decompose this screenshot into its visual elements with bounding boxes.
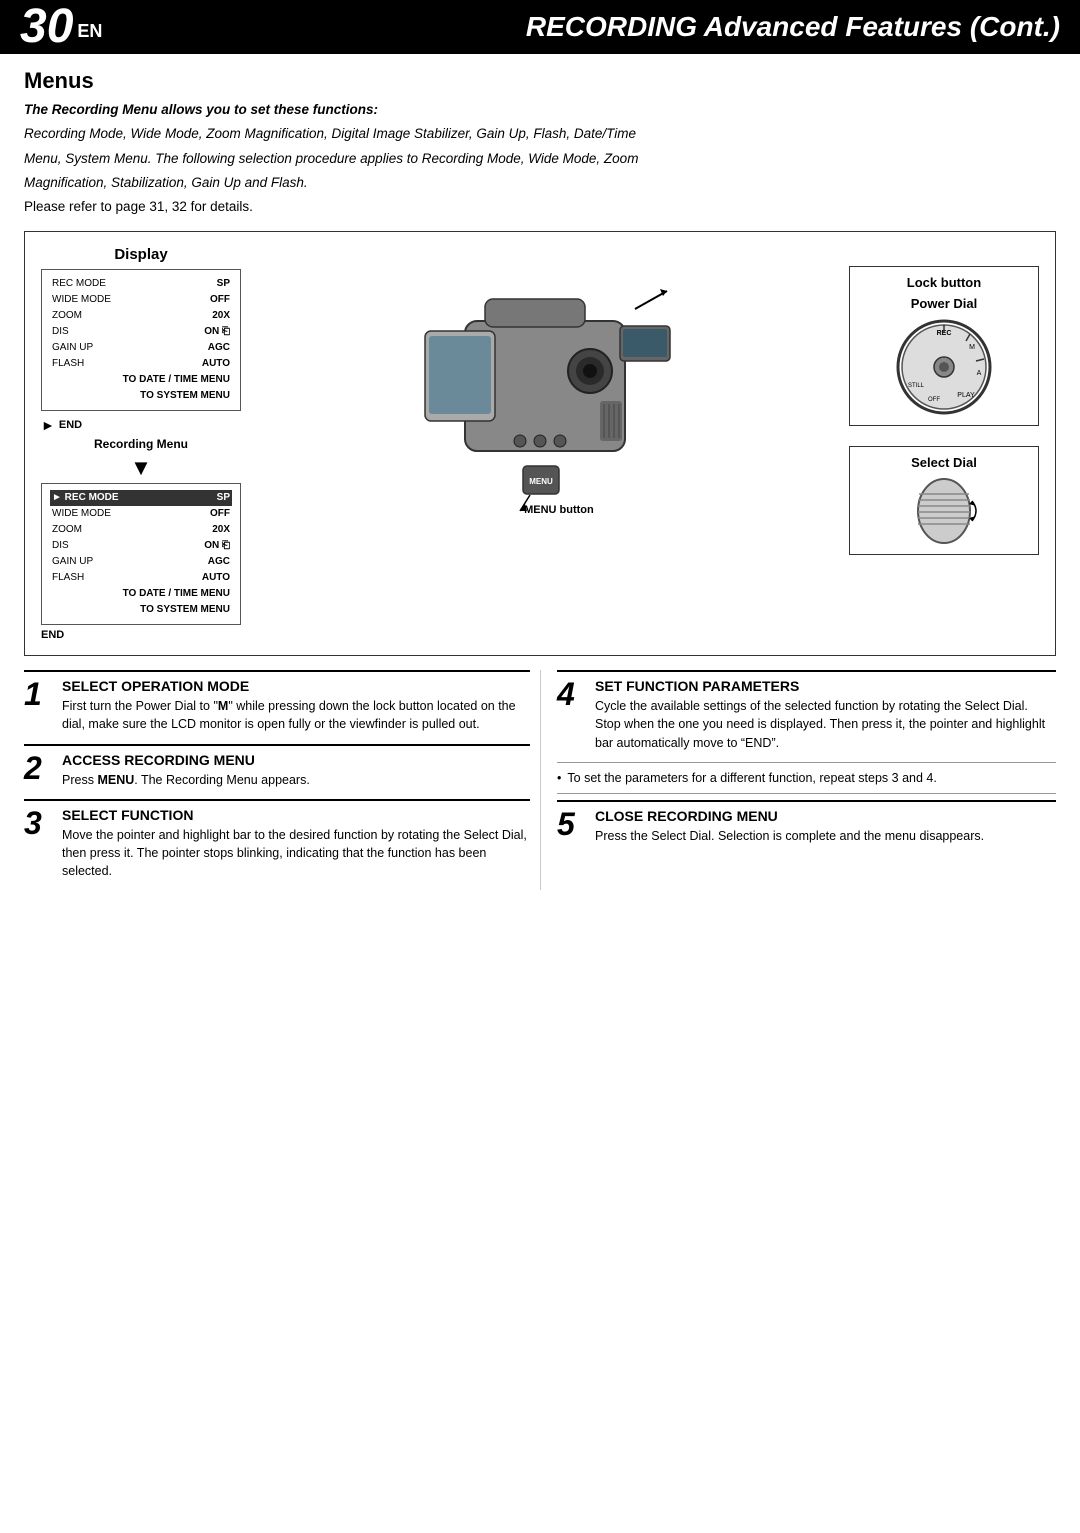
step-1-number: 1 bbox=[24, 678, 54, 710]
page-number: 30 bbox=[20, 3, 73, 51]
svg-text:OFF: OFF bbox=[928, 397, 940, 403]
svg-text:PLAY: PLAY bbox=[957, 392, 975, 399]
intro-para-3: Magnification, Stabilization, Gain Up an… bbox=[24, 173, 1056, 193]
divider-2 bbox=[557, 793, 1056, 794]
camcorder-image: MENU bbox=[405, 271, 685, 521]
step-4-number: 4 bbox=[557, 678, 587, 710]
end-label-1: END bbox=[59, 419, 82, 431]
step-5-body: Press the Select Dial. Selection is comp… bbox=[595, 827, 984, 845]
select-dial-image bbox=[904, 476, 984, 546]
svg-text:A: A bbox=[977, 370, 982, 377]
step-2-title: ACCESS RECORDING MENU bbox=[62, 752, 310, 768]
display-label: Display bbox=[41, 246, 241, 263]
menu-box-1: REC MODESP WIDE MODEOFF ZOOM20X DISON ⎗ … bbox=[41, 269, 241, 411]
intro-para-1: Recording Mode, Wide Mode, Zoom Magnific… bbox=[24, 124, 1056, 144]
svg-text:MENU: MENU bbox=[529, 477, 553, 486]
camcorder-area: MENU MENU button bbox=[251, 246, 839, 546]
menu-box-2: ► REC MODESP WIDE MODEOFF ZOOM20X DISON … bbox=[41, 483, 241, 625]
steps-section: 1 SELECT OPERATION MODE First turn the P… bbox=[24, 670, 1056, 890]
intro-para-4: Please refer to page 31, 32 for details. bbox=[24, 197, 1056, 217]
svg-text:STILL: STILL bbox=[908, 383, 925, 389]
step-3: 3 SELECT FUNCTION Move the pointer and h… bbox=[24, 799, 530, 880]
step-1-title: SELECT OPERATION MODE bbox=[62, 678, 530, 694]
step-3-number: 3 bbox=[24, 807, 54, 839]
main-content: Menus The Recording Menu allows you to s… bbox=[0, 54, 1080, 910]
subtitle-bold: The Recording Menu allows you to set the… bbox=[24, 102, 378, 117]
step-4-body: Cycle the available settings of the sele… bbox=[595, 697, 1056, 751]
step-3-content: SELECT FUNCTION Move the pointer and hig… bbox=[62, 807, 530, 880]
end-marker-1: ► END bbox=[41, 417, 241, 433]
power-dial-callout: Lock button Power Dial REC M A PLAY OFF … bbox=[849, 266, 1039, 426]
step-4-content: SET FUNCTION PARAMETERS Cycle the availa… bbox=[595, 678, 1056, 751]
intro-para-2: Menu, System Menu. The following selecti… bbox=[24, 149, 1056, 169]
step-5-title: CLOSE RECORDING MENU bbox=[595, 808, 984, 824]
end-label-2: END bbox=[41, 629, 241, 641]
lock-button-label: Lock button bbox=[860, 275, 1028, 290]
intro-text: The Recording Menu allows you to set the… bbox=[24, 100, 1056, 120]
svg-text:M: M bbox=[969, 344, 975, 351]
menu-button-label: MENU button bbox=[524, 504, 594, 516]
step-3-body: Move the pointer and highlight bar to th… bbox=[62, 826, 530, 880]
select-dial-callout: Select Dial bbox=[849, 446, 1039, 555]
power-dial-label: Power Dial bbox=[860, 296, 1028, 311]
step-1-body: First turn the Power Dial to "M" while p… bbox=[62, 697, 530, 733]
step-2-body: Press MENU. The Recording Menu appears. bbox=[62, 771, 310, 789]
step-1: 1 SELECT OPERATION MODE First turn the P… bbox=[24, 670, 530, 733]
bullet-dot-icon: • bbox=[557, 769, 561, 787]
arrow-down-icon: ▼ bbox=[41, 457, 241, 479]
step-1-content: SELECT OPERATION MODE First turn the Pow… bbox=[62, 678, 530, 733]
power-dial-image: REC M A PLAY OFF STILL bbox=[894, 317, 994, 417]
right-steps-col: 4 SET FUNCTION PARAMETERS Cycle the avai… bbox=[540, 670, 1056, 890]
select-dial-label: Select Dial bbox=[860, 455, 1028, 470]
end-arrow-icon: ► bbox=[41, 417, 55, 433]
page-en: EN bbox=[77, 21, 102, 42]
step-2-content: ACCESS RECORDING MENU Press MENU. The Re… bbox=[62, 752, 310, 789]
step-5-number: 5 bbox=[557, 808, 587, 840]
step-2: 2 ACCESS RECORDING MENU Press MENU. The … bbox=[24, 744, 530, 789]
diagram-box: Display REC MODESP WIDE MODEOFF ZOOM20X … bbox=[24, 231, 1056, 656]
recording-menu-label: Recording Menu bbox=[41, 437, 241, 451]
step-4-title: SET FUNCTION PARAMETERS bbox=[595, 678, 1056, 694]
step-2-number: 2 bbox=[24, 752, 54, 784]
display-panel: Display REC MODESP WIDE MODEOFF ZOOM20X … bbox=[41, 246, 241, 641]
bullet-text: To set the parameters for a different fu… bbox=[567, 769, 936, 787]
left-steps-col: 1 SELECT OPERATION MODE First turn the P… bbox=[24, 670, 540, 890]
divider-1 bbox=[557, 762, 1056, 763]
page-header: 30 EN RECORDING Advanced Features (Cont.… bbox=[0, 0, 1080, 54]
section-heading: Menus bbox=[24, 68, 1056, 94]
step-4: 4 SET FUNCTION PARAMETERS Cycle the avai… bbox=[557, 670, 1056, 751]
step-5: 5 CLOSE RECORDING MENU Press the Select … bbox=[557, 800, 1056, 845]
header-title: RECORDING Advanced Features (Cont.) bbox=[526, 11, 1060, 43]
callouts-panel: Lock button Power Dial REC M A PLAY OFF … bbox=[849, 246, 1039, 555]
step-3-title: SELECT FUNCTION bbox=[62, 807, 530, 823]
bullet-item: • To set the parameters for a different … bbox=[557, 769, 1056, 787]
step-5-content: CLOSE RECORDING MENU Press the Select Di… bbox=[595, 808, 984, 845]
